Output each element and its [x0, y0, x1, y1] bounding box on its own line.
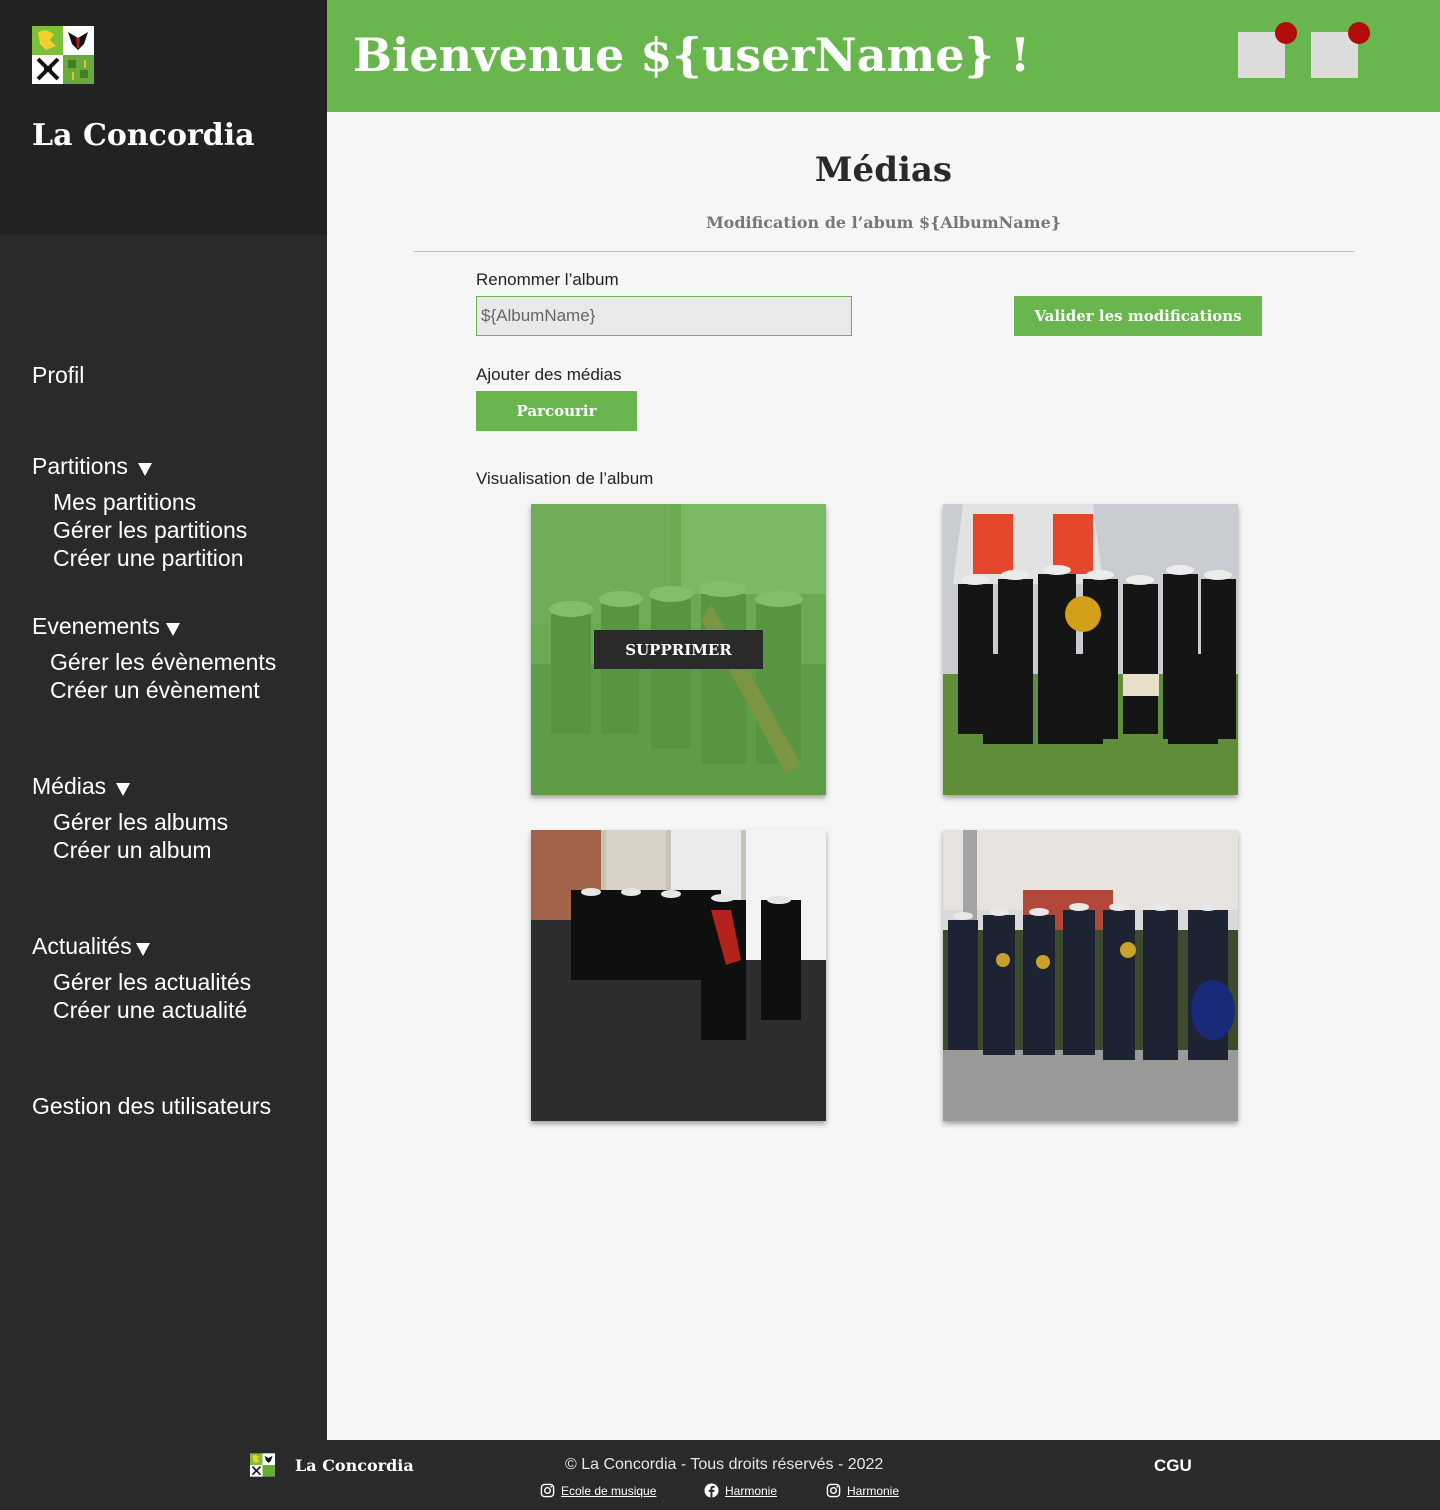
- facebook-icon: [704, 1483, 719, 1498]
- caret-down-icon: [135, 943, 150, 957]
- notification-icon[interactable]: [1238, 22, 1297, 78]
- footer-brand[interactable]: La Concordia: [295, 1456, 414, 1475]
- nav-mes-partitions[interactable]: Mes partitions: [53, 488, 196, 516]
- add-media-label: Ajouter des médias: [476, 365, 622, 384]
- nav-partitions[interactable]: Partitions: [32, 453, 152, 480]
- nav-evenements-label: Evenements: [32, 613, 160, 639]
- caret-down-icon: [116, 783, 131, 797]
- cgu-link[interactable]: CGU: [1154, 1456, 1192, 1476]
- nav-actualites[interactable]: Actualités: [32, 933, 150, 960]
- top-header: Bienvenue ${userName} !: [327, 0, 1440, 112]
- footer-link-label: Ecole de musique: [561, 1483, 657, 1498]
- street-march-photo-image: [531, 830, 826, 1121]
- footer-link-harmonie-instagram[interactable]: Harmonie: [826, 1483, 899, 1498]
- nav-creer-album[interactable]: Créer un album: [53, 836, 212, 864]
- delete-button[interactable]: SUPPRIMER: [594, 630, 763, 669]
- nav-creer-actualite[interactable]: Créer une actualité: [53, 996, 247, 1024]
- band-line-photo-image: [943, 830, 1238, 1121]
- footer-copyright: © La Concordia - Tous droits réservés - …: [565, 1456, 884, 1473]
- album-photo[interactable]: [531, 830, 826, 1121]
- album-name-input[interactable]: [476, 296, 852, 336]
- nav-gerer-evenements[interactable]: Gérer les évènements: [50, 648, 276, 676]
- notification-badge: [1275, 22, 1297, 44]
- nav-actualites-label: Actualités: [32, 933, 132, 959]
- footer-link-label: Harmonie: [725, 1483, 778, 1498]
- footer: La Concordia © La Concordia - Tous droit…: [0, 1440, 1440, 1510]
- album-photo[interactable]: [943, 504, 1238, 795]
- nav-profil[interactable]: Profil: [32, 362, 84, 389]
- coat-of-arms-icon: [32, 26, 94, 84]
- group-photo-image: [943, 504, 1238, 795]
- caret-down-icon: [137, 463, 152, 477]
- nav-creer-evenement[interactable]: Créer un évènement: [50, 676, 260, 704]
- message-badge: [1348, 22, 1370, 44]
- preview-label: Visualisation de l’album: [476, 469, 654, 488]
- nav-gerer-partitions[interactable]: Gérer les partitions: [53, 516, 247, 544]
- message-icon[interactable]: [1311, 22, 1370, 78]
- rename-label: Renommer l’album: [476, 270, 619, 289]
- instagram-icon: [826, 1483, 841, 1498]
- caret-down-icon: [165, 623, 180, 637]
- divider: [414, 251, 1354, 252]
- nav-medias[interactable]: Médias: [32, 773, 131, 800]
- brand-name[interactable]: La Concordia: [32, 118, 255, 153]
- nav-evenements[interactable]: Evenements: [32, 613, 180, 640]
- page-title: Médias: [814, 150, 953, 190]
- instagram-icon: [540, 1483, 555, 1498]
- album-photo[interactable]: [943, 830, 1238, 1121]
- nav-partitions-label: Partitions: [32, 453, 128, 479]
- nav-gestion-utilisateurs[interactable]: Gestion des utilisateurs: [32, 1093, 271, 1120]
- sidebar-header: La Concordia: [0, 0, 327, 235]
- sidebar: La Concordia Profil Partitions Mes parti…: [0, 0, 327, 1440]
- coat-of-arms-icon: [250, 1453, 275, 1477]
- page-subtitle: Modification de l’abum ${AlbumName}: [705, 213, 1062, 232]
- nav-gerer-albums[interactable]: Gérer les albums: [53, 808, 228, 836]
- browse-button[interactable]: Parcourir: [476, 391, 637, 431]
- nav-gerer-actualites[interactable]: Gérer les actualités: [53, 968, 251, 996]
- welcome-title: Bienvenue ${userName} !: [353, 28, 1031, 82]
- nav-medias-label: Médias: [32, 773, 107, 799]
- album-photo[interactable]: SUPPRIMER: [531, 504, 826, 795]
- nav-creer-partition[interactable]: Créer une partition: [53, 544, 244, 572]
- footer-link-ecole-musique[interactable]: Ecole de musique: [540, 1483, 656, 1498]
- footer-link-label: Harmonie: [847, 1483, 900, 1498]
- footer-link-harmonie-facebook[interactable]: Harmonie: [704, 1483, 777, 1498]
- validate-button[interactable]: Valider les modifications: [1014, 296, 1262, 336]
